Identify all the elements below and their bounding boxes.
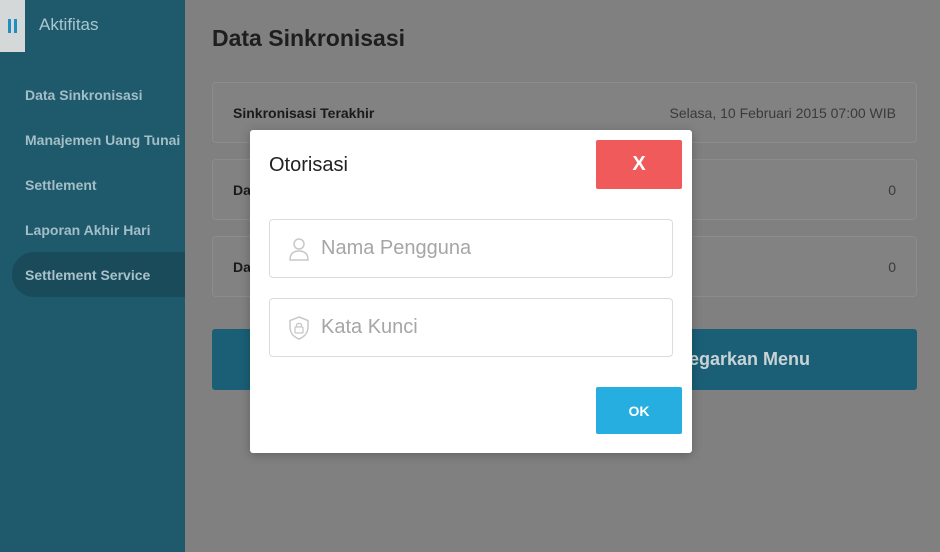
refresh-menu-label: egarkan Menu <box>688 349 810 369</box>
menu-icon <box>8 19 17 33</box>
password-input[interactable] <box>321 316 651 339</box>
sidebar-title: Aktifitas <box>39 15 99 34</box>
sidebar-item-laporan-akhir-hari[interactable]: Laporan Akhir Hari <box>0 207 185 252</box>
row-label: Sinkronisasi Terakhir <box>233 105 375 121</box>
ok-button[interactable]: OK <box>596 387 682 434</box>
shield-lock-icon <box>287 315 311 340</box>
close-button[interactable]: X <box>596 140 682 189</box>
sidebar-item-data-sinkronisasi[interactable]: Data Sinkronisasi <box>0 72 185 117</box>
row-value: Selasa, 10 Februari 2015 07:00 WIB <box>669 105 896 121</box>
user-icon <box>287 237 311 261</box>
page-title: Data Sinkronisasi <box>212 25 406 51</box>
sidebar-item-settlement-service[interactable]: Settlement Service <box>12 252 185 297</box>
sidebar: Aktifitas Data Sinkronisasi Manajemen Ua… <box>0 0 185 552</box>
row-value: 0 <box>888 182 896 198</box>
row-label: Da <box>233 182 251 198</box>
username-field[interactable] <box>269 219 673 278</box>
sidebar-nav: Data Sinkronisasi Manajemen Uang Tunai S… <box>0 72 185 297</box>
username-input[interactable] <box>321 237 651 260</box>
sidebar-header: Aktifitas <box>0 0 185 52</box>
row-value: 0 <box>888 259 896 275</box>
dialog-title: Otorisasi <box>269 154 348 176</box>
sidebar-item-settlement[interactable]: Settlement <box>0 162 185 207</box>
authorization-dialog: Otorisasi X OK <box>250 130 692 453</box>
password-field[interactable] <box>269 298 673 357</box>
sidebar-item-manajemen-uang-tunai[interactable]: Manajemen Uang Tunai <box>0 117 185 162</box>
row-label: Da <box>233 259 251 275</box>
menu-toggle-button[interactable] <box>0 0 25 52</box>
